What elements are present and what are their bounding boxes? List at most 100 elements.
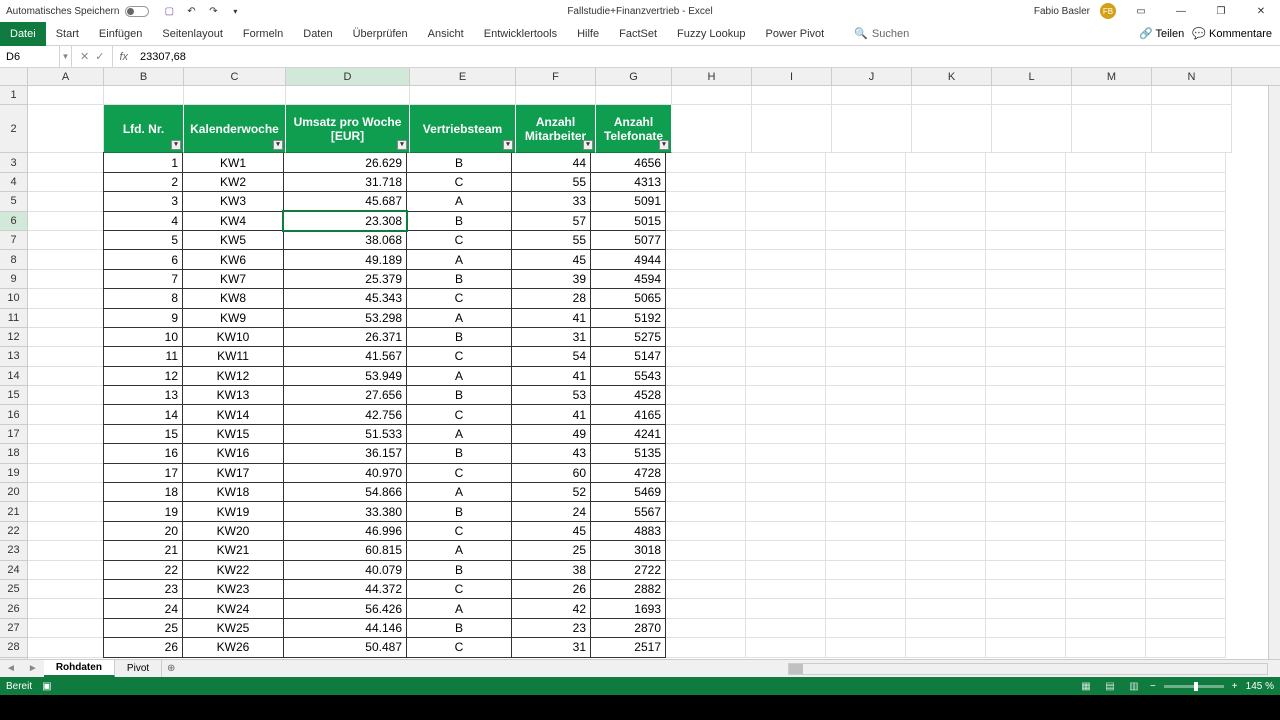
- cell[interactable]: [986, 541, 1066, 560]
- cell[interactable]: [666, 192, 746, 211]
- cell[interactable]: [666, 444, 746, 463]
- cell[interactable]: [1072, 105, 1152, 153]
- tab-ansicht[interactable]: Ansicht: [418, 22, 474, 46]
- cell[interactable]: [1066, 522, 1146, 541]
- cell[interactable]: [826, 173, 906, 192]
- table-cell[interactable]: KW23: [182, 579, 284, 599]
- cell[interactable]: [1146, 212, 1226, 231]
- cell[interactable]: [826, 405, 906, 424]
- table-cell[interactable]: 22: [103, 560, 183, 580]
- cell[interactable]: [986, 328, 1066, 347]
- cell[interactable]: [28, 270, 104, 289]
- cell[interactable]: [666, 270, 746, 289]
- cell[interactable]: [1066, 328, 1146, 347]
- cell[interactable]: [410, 86, 516, 105]
- cell[interactable]: [826, 289, 906, 308]
- cell[interactable]: [1146, 425, 1226, 444]
- cell[interactable]: [1146, 192, 1226, 211]
- cell[interactable]: [1146, 522, 1226, 541]
- table-cell[interactable]: 18: [103, 482, 183, 502]
- table-cell[interactable]: 16: [103, 443, 183, 463]
- cell[interactable]: [906, 328, 986, 347]
- cell[interactable]: [826, 522, 906, 541]
- table-cell[interactable]: KW19: [182, 501, 284, 521]
- row-header-1[interactable]: 1: [0, 86, 27, 105]
- zoom-slider[interactable]: [1164, 685, 1224, 688]
- cell[interactable]: [906, 309, 986, 328]
- table-cell[interactable]: KW6: [182, 249, 284, 269]
- cell[interactable]: [906, 580, 986, 599]
- search-box[interactable]: 🔍 Suchen: [854, 27, 909, 40]
- tab-powerpivot[interactable]: Power Pivot: [756, 22, 835, 46]
- cell[interactable]: [746, 173, 826, 192]
- cell[interactable]: [1066, 309, 1146, 328]
- cell[interactable]: [1066, 231, 1146, 250]
- cell[interactable]: [746, 270, 826, 289]
- cell[interactable]: [746, 328, 826, 347]
- col-header-F[interactable]: F: [516, 68, 596, 85]
- table-cell[interactable]: 20: [103, 521, 183, 541]
- sheet-tab-pivot[interactable]: Pivot: [115, 660, 162, 677]
- col-header-E[interactable]: E: [410, 68, 516, 85]
- table-cell[interactable]: A: [406, 424, 512, 444]
- cell[interactable]: [28, 502, 104, 521]
- cell[interactable]: [986, 386, 1066, 405]
- table-cell[interactable]: C: [406, 521, 512, 541]
- cell[interactable]: [28, 289, 104, 308]
- table-cell[interactable]: 5: [103, 230, 183, 250]
- table-cell[interactable]: A: [406, 308, 512, 328]
- cell[interactable]: [1066, 425, 1146, 444]
- table-cell[interactable]: KW2: [182, 172, 284, 192]
- table-cell[interactable]: 39: [511, 269, 591, 289]
- cell[interactable]: [1066, 638, 1146, 657]
- cell[interactable]: [1146, 328, 1226, 347]
- cell[interactable]: [28, 599, 104, 618]
- cell[interactable]: [1146, 483, 1226, 502]
- table-cell[interactable]: KW12: [182, 366, 284, 386]
- row-header-3[interactable]: 3: [0, 153, 27, 172]
- minimize-icon[interactable]: —: [1166, 1, 1196, 21]
- cell[interactable]: [826, 561, 906, 580]
- filter-dropdown-icon[interactable]: ▾: [583, 140, 593, 150]
- cell[interactable]: [826, 619, 906, 638]
- cell[interactable]: [28, 386, 104, 405]
- cell[interactable]: [912, 86, 992, 105]
- table-cell[interactable]: 25: [511, 540, 591, 560]
- tab-nav-next-icon[interactable]: ►: [22, 663, 44, 674]
- col-header-J[interactable]: J: [832, 68, 912, 85]
- cell[interactable]: [1072, 86, 1152, 105]
- cell[interactable]: [752, 105, 832, 153]
- table-cell[interactable]: C: [406, 404, 512, 424]
- table-cell[interactable]: 53: [511, 385, 591, 405]
- cancel-formula-icon[interactable]: ✕: [80, 50, 89, 63]
- row-header-19[interactable]: 19: [0, 464, 27, 483]
- table-cell[interactable]: 15: [103, 424, 183, 444]
- cell[interactable]: [826, 231, 906, 250]
- cell[interactable]: [666, 502, 746, 521]
- cell[interactable]: [986, 270, 1066, 289]
- cell[interactable]: [746, 367, 826, 386]
- cell[interactable]: [986, 153, 1066, 172]
- table-cell[interactable]: 23: [103, 579, 183, 599]
- table-cell[interactable]: 55: [511, 172, 591, 192]
- view-normal-icon[interactable]: ▦: [1078, 679, 1094, 693]
- formula-input[interactable]: 23307,68: [134, 51, 1280, 63]
- table-cell[interactable]: 23: [511, 618, 591, 638]
- table-cell[interactable]: 5015: [590, 211, 666, 231]
- table-cell[interactable]: 7: [103, 269, 183, 289]
- table-cell[interactable]: KW26: [182, 637, 284, 657]
- table-cell[interactable]: 45.687: [283, 191, 407, 211]
- tab-ueberpruefen[interactable]: Überprüfen: [343, 22, 418, 46]
- cell[interactable]: [28, 638, 104, 657]
- table-cell[interactable]: KW8: [182, 288, 284, 308]
- cell[interactable]: [746, 289, 826, 308]
- cell[interactable]: [906, 153, 986, 172]
- table-cell[interactable]: KW5: [182, 230, 284, 250]
- cell[interactable]: [28, 347, 104, 366]
- cell[interactable]: [986, 231, 1066, 250]
- col-header-M[interactable]: M: [1072, 68, 1152, 85]
- user-avatar[interactable]: FB: [1100, 3, 1116, 19]
- table-cell[interactable]: C: [406, 463, 512, 483]
- table-cell[interactable]: 45: [511, 249, 591, 269]
- table-cell[interactable]: B: [406, 560, 512, 580]
